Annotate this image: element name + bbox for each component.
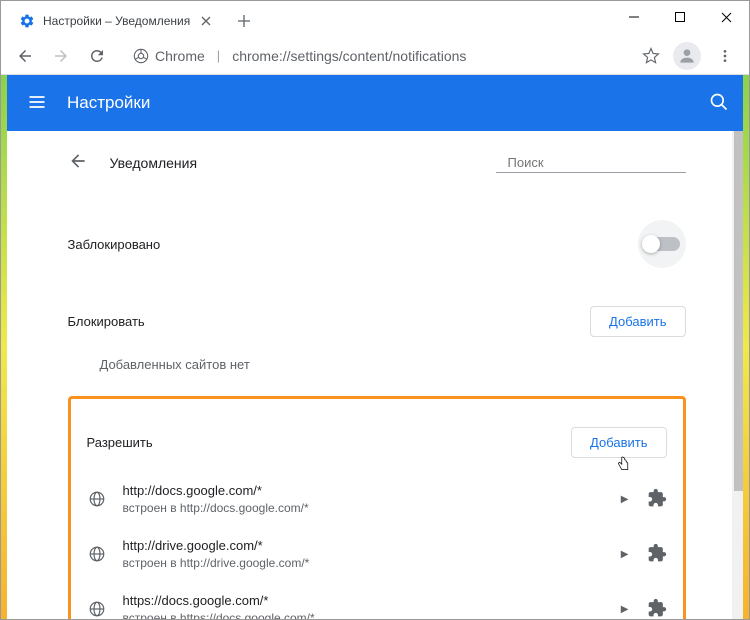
tabs-area: Настройки – Уведомления xyxy=(1,1,258,37)
site-url: http://docs.google.com/* xyxy=(123,482,605,500)
chevron-right-icon[interactable]: ▶ xyxy=(621,549,629,560)
search-input[interactable] xyxy=(508,155,684,170)
site-embed: встроен в http://docs.google.com/* xyxy=(123,500,605,517)
site-row: http://drive.google.com/* встроен в http… xyxy=(77,527,667,582)
site-embed: встроен в http://drive.google.com/* xyxy=(123,555,605,572)
window-titlebar: Настройки – Уведомления xyxy=(1,1,749,37)
site-row: http://docs.google.com/* встроен в http:… xyxy=(77,472,667,527)
profile-avatar[interactable] xyxy=(673,42,701,70)
allow-highlight-box: Разрешить Добавить http://docs.google.co… xyxy=(68,396,686,619)
address-bar[interactable]: Chrome | chrome://settings/content/notif… xyxy=(121,42,629,70)
site-row: https://docs.google.com/* встроен в http… xyxy=(77,582,667,619)
extension-icon[interactable] xyxy=(647,598,667,619)
chrome-badge: Chrome xyxy=(133,48,205,64)
close-window-button[interactable] xyxy=(703,1,749,33)
globe-icon xyxy=(87,489,107,509)
edge-gradient-right xyxy=(743,75,749,619)
gear-icon xyxy=(19,13,35,29)
add-allow-button[interactable]: Добавить xyxy=(571,427,666,458)
forward-button[interactable] xyxy=(45,40,77,72)
chevron-right-icon[interactable]: ▶ xyxy=(621,604,629,615)
search-icon[interactable] xyxy=(709,92,729,115)
block-empty-text: Добавленных сайтов нет xyxy=(68,351,686,378)
allow-section-label: Разрешить xyxy=(87,435,153,450)
settings-header: Настройки xyxy=(7,75,749,131)
blocked-toggle[interactable] xyxy=(644,237,680,251)
settings-title: Настройки xyxy=(67,93,150,113)
block-section-label: Блокировать xyxy=(68,314,145,329)
back-button[interactable] xyxy=(9,40,41,72)
url-separator: | xyxy=(217,48,220,63)
url-text: chrome://settings/content/notifications xyxy=(232,48,466,64)
maximize-button[interactable] xyxy=(657,1,703,33)
globe-icon xyxy=(87,599,107,619)
extension-icon[interactable] xyxy=(647,543,667,566)
inline-search[interactable] xyxy=(496,153,686,173)
new-tab-button[interactable] xyxy=(230,7,258,35)
add-block-button[interactable]: Добавить xyxy=(590,306,685,337)
blocked-label: Заблокировано xyxy=(68,237,161,252)
minimize-button[interactable] xyxy=(611,1,657,33)
back-arrow-icon[interactable] xyxy=(68,151,88,174)
page-title: Уведомления xyxy=(110,155,198,171)
chevron-right-icon[interactable]: ▶ xyxy=(621,494,629,505)
tab-title: Настройки – Уведомления xyxy=(43,14,190,28)
toggle-background xyxy=(638,220,686,268)
globe-icon xyxy=(87,544,107,564)
hamburger-icon[interactable] xyxy=(27,92,47,115)
site-url: http://drive.google.com/* xyxy=(123,537,605,555)
site-url: https://docs.google.com/* xyxy=(123,592,605,610)
window-controls xyxy=(611,1,749,33)
toggle-knob xyxy=(642,235,660,253)
reload-button[interactable] xyxy=(81,40,113,72)
extension-icon[interactable] xyxy=(647,488,667,511)
bookmark-button[interactable] xyxy=(637,42,665,70)
browser-toolbar: Chrome | chrome://settings/content/notif… xyxy=(1,37,749,75)
close-icon[interactable] xyxy=(198,13,214,29)
chrome-label: Chrome xyxy=(155,48,205,64)
kebab-menu-button[interactable] xyxy=(709,40,741,72)
browser-tab[interactable]: Настройки – Уведомления xyxy=(7,5,226,37)
site-embed: встроен в https://docs.google.com/* xyxy=(123,610,605,619)
